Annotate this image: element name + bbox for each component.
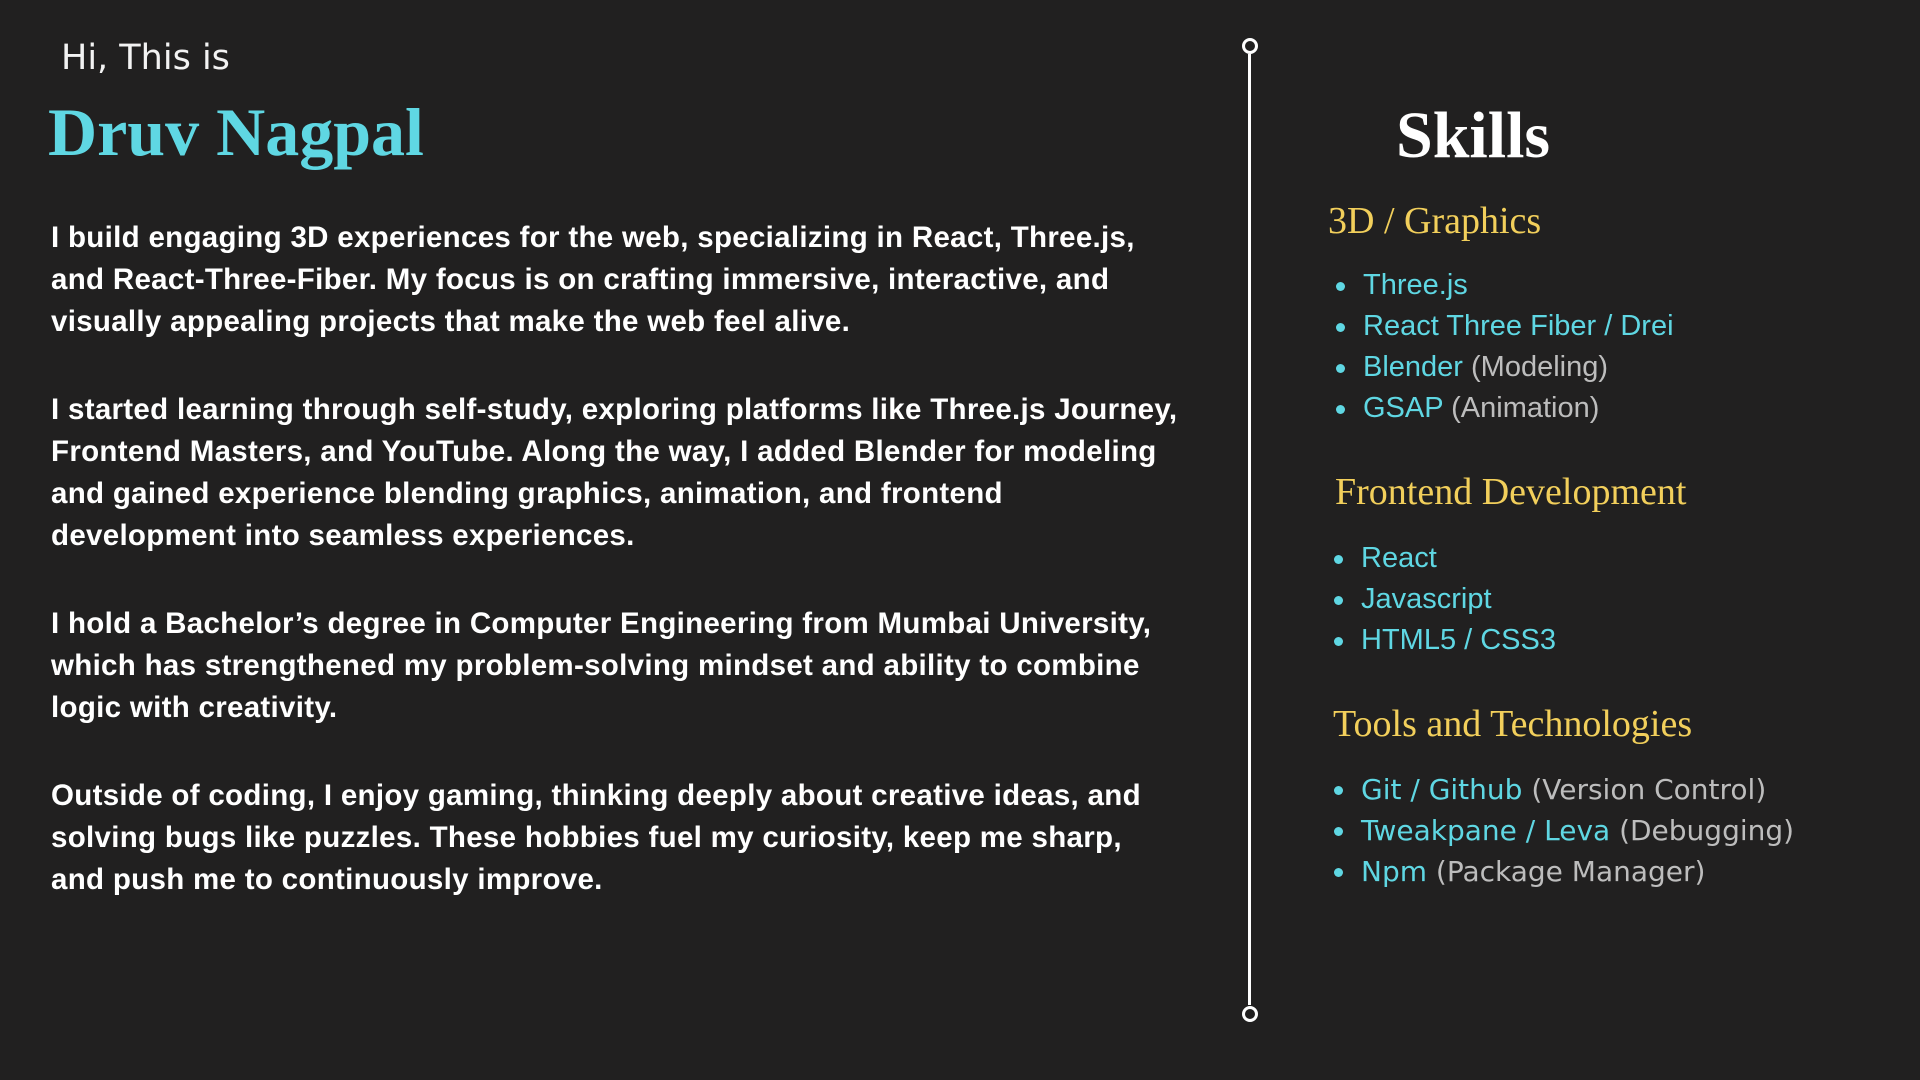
category-title-3d-graphics: 3D / Graphics xyxy=(1328,200,1542,242)
divider-top-dot xyxy=(1242,38,1258,54)
bullet-icon xyxy=(1334,596,1343,605)
skill-name: HTML5 / CSS3 xyxy=(1361,624,1556,656)
bio-paragraph: I started learning through self-study, e… xyxy=(51,393,1178,552)
skill-note: (Package Manager) xyxy=(1427,855,1706,888)
skill-note: (Animation) xyxy=(1443,392,1600,424)
bio-paragraph: I build engaging 3D experiences for the … xyxy=(51,221,1135,338)
bio-paragraph: Outside of coding, I enjoy gaming, think… xyxy=(51,779,1141,896)
divider-bottom-dot xyxy=(1242,1006,1258,1022)
skill-item: Tweakpane / Leva (Debugging) xyxy=(1332,810,1794,851)
skill-name: Git / Github xyxy=(1361,773,1523,806)
skill-note: (Debugging) xyxy=(1610,814,1795,847)
skill-item: React xyxy=(1332,538,1556,579)
bullet-icon xyxy=(1334,555,1343,564)
skill-name: Javascript xyxy=(1361,583,1492,615)
bullet-icon xyxy=(1336,405,1345,414)
skill-name: Tweakpane / Leva xyxy=(1361,814,1611,847)
bullet-icon xyxy=(1336,323,1345,332)
category-title-tools: Tools and Technologies xyxy=(1333,703,1693,745)
bullet-icon xyxy=(1336,282,1345,291)
greeting-text: Hi, This is xyxy=(61,38,230,78)
bullet-icon xyxy=(1334,827,1343,836)
skill-name: Three.js xyxy=(1363,269,1468,301)
bullet-icon xyxy=(1334,637,1343,646)
skill-name: Npm xyxy=(1361,855,1427,888)
name-heading: Druv Nagpal xyxy=(48,94,424,170)
skill-name: React Three Fiber / Drei xyxy=(1363,310,1674,342)
skill-item: Git / Github (Version Control) xyxy=(1332,769,1794,810)
skill-item: Blender (Modeling) xyxy=(1334,347,1674,388)
bio-section: I build engaging 3D experiences for the … xyxy=(51,217,1181,947)
skill-note: (Version Control) xyxy=(1522,773,1767,806)
category-title-frontend: Frontend Development xyxy=(1335,471,1687,513)
bullet-icon xyxy=(1334,868,1343,877)
bullet-icon xyxy=(1334,786,1343,795)
skill-list-tools: Git / Github (Version Control) Tweakpane… xyxy=(1332,769,1794,892)
skill-item: React Three Fiber / Drei xyxy=(1334,306,1674,347)
skills-heading: Skills xyxy=(1396,99,1551,172)
vertical-divider xyxy=(1248,54,1251,1005)
bio-paragraph: I hold a Bachelor’s degree in Computer E… xyxy=(51,607,1152,724)
skill-item: Javascript xyxy=(1332,579,1556,620)
skill-list-frontend: React Javascript HTML5 / CSS3 xyxy=(1332,538,1556,661)
skill-item: Npm (Package Manager) xyxy=(1332,851,1794,892)
skill-item: Three.js xyxy=(1334,265,1674,306)
skill-name: Blender xyxy=(1363,351,1463,383)
skill-item: HTML5 / CSS3 xyxy=(1332,620,1556,661)
skill-item: GSAP (Animation) xyxy=(1334,388,1674,429)
skill-name: GSAP xyxy=(1363,392,1444,424)
bullet-icon xyxy=(1336,364,1345,373)
skill-name: React xyxy=(1361,542,1437,574)
portfolio-about-page: Hi, This is Druv Nagpal I build engaging… xyxy=(0,0,1920,1080)
skill-note: (Modeling) xyxy=(1462,351,1609,383)
skill-list-3d-graphics: Three.js React Three Fiber / Drei Blende… xyxy=(1334,265,1674,429)
